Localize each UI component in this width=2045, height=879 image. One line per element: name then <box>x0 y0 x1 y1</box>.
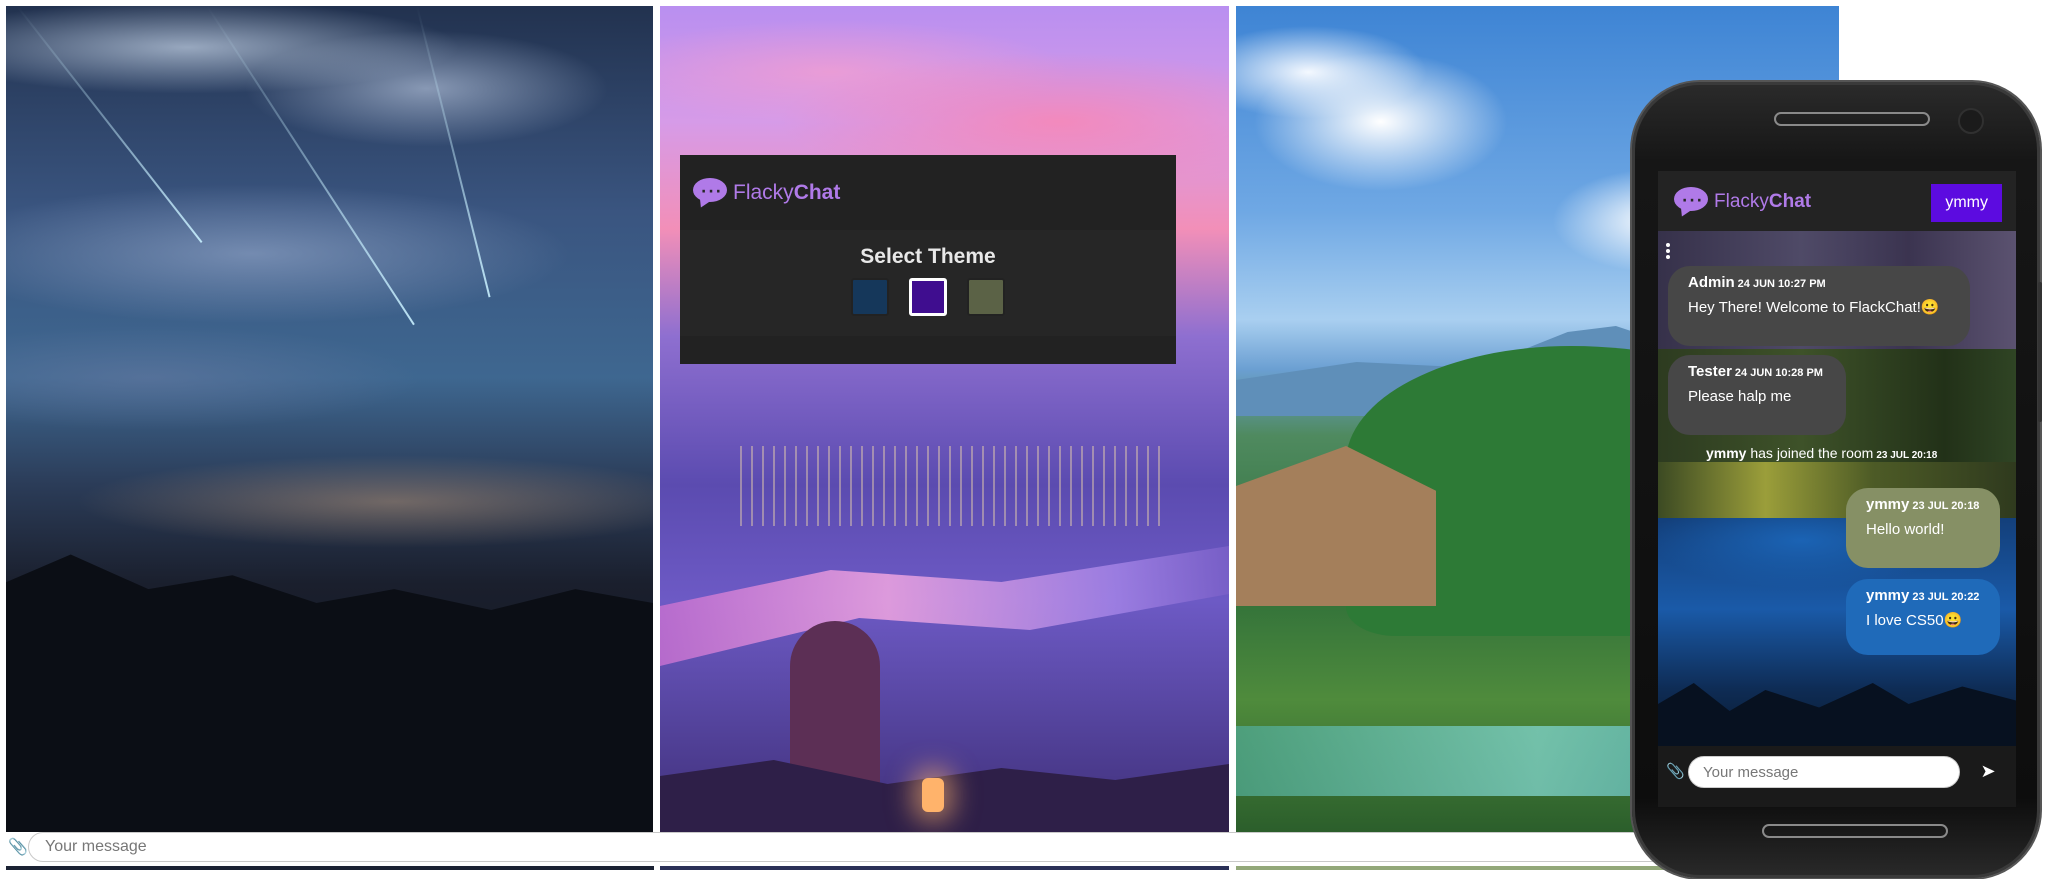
chat-bubble-icon: ··· <box>1674 187 1708 220</box>
theme-swatch-green[interactable] <box>967 278 1005 316</box>
message-text: I love CS50😀 <box>1866 612 1963 629</box>
foreground-plants <box>660 760 1229 832</box>
theme-swatches <box>680 278 1176 316</box>
meteor-streak <box>416 6 491 298</box>
meteor-streak <box>16 6 203 244</box>
app-logo[interactable]: ··· FlackyChat <box>1674 187 1811 220</box>
message-time: 24 JUN 10:27 PM <box>1737 278 1826 290</box>
paperclip-icon[interactable]: 📎 <box>1666 762 1685 780</box>
phone-side-button <box>2038 282 2042 422</box>
background-strip <box>6 866 1839 870</box>
chat-area[interactable]: Admin 24 JUN 10:27 PM Hey There! Welcome … <box>1658 231 2016 746</box>
system-message: ymmy has joined the room 23 JUL 20:18 <box>1706 445 1937 461</box>
system-message-text: has joined the room <box>1750 445 1874 461</box>
theme-swatch-purple[interactable] <box>909 278 947 316</box>
message-bubble-own: ymmy 23 JUL 20:18 Hello world! <box>1846 488 2000 568</box>
phone-camera <box>1958 108 1984 134</box>
phone-message-composer: 📎 ➤ <box>1658 746 2016 807</box>
brand-first: Flacky <box>1714 191 1769 212</box>
lantern <box>922 778 944 812</box>
theme-dialog-header: ··· FlackyChat <box>680 155 1176 230</box>
system-message-time: 23 JUL 20:18 <box>1876 450 1938 461</box>
chat-bubble-icon: ··· <box>693 178 727 211</box>
system-message-user: ymmy <box>1706 445 1747 461</box>
meteor-streak <box>206 6 415 326</box>
phone-speaker <box>1774 112 1930 126</box>
phone-home-bar <box>1762 824 1948 838</box>
app-logo[interactable]: ··· FlackyChat <box>693 178 840 211</box>
mountain-silhouette <box>6 554 653 832</box>
message-author: Admin <box>1688 274 1735 291</box>
message-time: 23 JUL 20:22 <box>1912 591 1980 603</box>
girl-with-guitar <box>790 621 880 791</box>
theme-dialog-title: Select Theme <box>860 245 996 268</box>
message-text: Please halp me <box>1688 388 1792 405</box>
message-composer: 📎 <box>0 828 1839 870</box>
paperclip-icon[interactable]: 📎 <box>8 837 28 857</box>
send-icon[interactable]: ➤ <box>1976 760 2000 784</box>
river <box>660 546 1229 666</box>
brand-first: Flacky <box>733 181 794 204</box>
user-button[interactable]: ymmy <box>1931 184 2002 222</box>
message-bubble: Admin 24 JUN 10:27 PM Hey There! Welcome … <box>1668 266 1970 346</box>
city-lights <box>740 446 1160 526</box>
message-header: Admin 24 JUN 10:27 PM <box>1688 274 1950 293</box>
message-time: 24 JUN 10:28 PM <box>1734 367 1823 379</box>
background-night-sky <box>6 6 653 832</box>
message-text: Hey There! Welcome to FlackChat!😀 <box>1688 299 1940 316</box>
background-purple-dusk <box>660 6 1229 832</box>
brand-name: FlackyChat <box>1714 191 1811 213</box>
message-input[interactable] <box>28 832 1828 862</box>
plant-silhouette <box>1658 683 2016 746</box>
message-author: Tester <box>1688 363 1732 380</box>
phone-screen: ··· FlackyChat ymmy Admin 24 JUN 10:27 PM… <box>1658 171 2016 807</box>
brand-second: Chat <box>1768 191 1812 212</box>
brand-name: FlackyChat <box>733 181 840 205</box>
message-header: Tester 24 JUN 10:28 PM <box>1688 363 1826 382</box>
theme-dialog-footer <box>680 336 1176 364</box>
message-time: 23 JUL 20:18 <box>1912 500 1980 512</box>
phone-message-input[interactable] <box>1688 756 1960 788</box>
message-text: Hello world! <box>1866 521 1945 538</box>
brand-second: Chat <box>793 181 841 204</box>
message-header: ymmy 23 JUL 20:22 <box>1866 587 1980 606</box>
message-bubble: Tester 24 JUN 10:28 PM Please halp me <box>1668 355 1846 435</box>
phone-navbar: ··· FlackyChat ymmy <box>1658 171 2016 231</box>
message-bubble-own: ymmy 23 JUL 20:22 I love CS50😀 <box>1846 579 2000 655</box>
theme-dialog: ··· FlackyChat Select Theme <box>680 155 1176 364</box>
more-options-icon[interactable] <box>1666 243 1672 261</box>
message-author: ymmy <box>1866 496 1910 513</box>
message-author: ymmy <box>1866 587 1910 604</box>
theme-swatch-blue[interactable] <box>851 278 889 316</box>
message-header: ymmy 23 JUL 20:18 <box>1866 496 1980 515</box>
